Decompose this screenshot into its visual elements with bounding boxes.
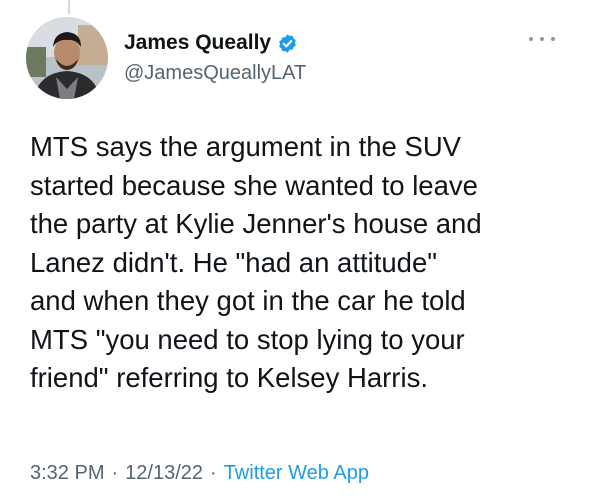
tweet-text: MTS says the argument in the SUV started… bbox=[30, 131, 482, 393]
more-dot bbox=[529, 37, 533, 41]
thread-connector-line bbox=[68, 0, 70, 14]
meta-separator: · bbox=[210, 462, 217, 484]
meta-separator: · bbox=[111, 462, 119, 484]
tweet-card: James Queally @JamesQueallyLAT MTS says … bbox=[0, 0, 595, 502]
author-handle[interactable]: @JamesQueallyLAT bbox=[124, 60, 306, 86]
avatar-image bbox=[26, 17, 108, 99]
verified-badge-icon bbox=[277, 33, 298, 54]
more-options-icon[interactable] bbox=[529, 34, 555, 44]
author-name-row[interactable]: James Queally bbox=[124, 30, 298, 56]
more-dot bbox=[540, 37, 544, 41]
tweet-date[interactable]: 12/13/22 bbox=[125, 460, 203, 486]
author-display-name[interactable]: James Queally bbox=[124, 30, 271, 56]
tweet-source-link[interactable]: Twitter Web App bbox=[224, 460, 369, 486]
tweet-metadata: 3:32 PM · 12/13/22 · Twitter Web App bbox=[30, 460, 369, 486]
avatar[interactable] bbox=[26, 17, 108, 99]
tweet-time[interactable]: 3:32 PM bbox=[30, 460, 104, 486]
more-dot bbox=[551, 37, 555, 41]
